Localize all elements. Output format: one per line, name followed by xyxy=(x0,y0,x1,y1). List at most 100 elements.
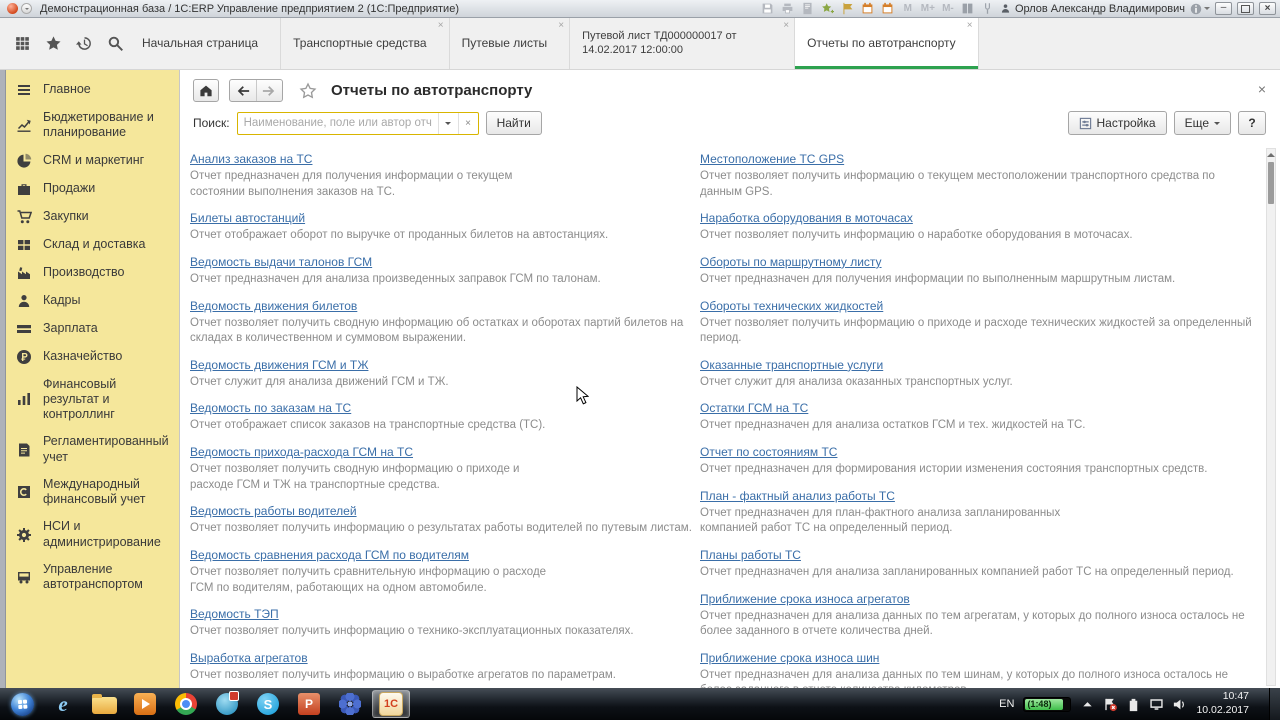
taskbar-app-button[interactable]: 1С xyxy=(372,690,410,718)
settings-button[interactable]: Настройка xyxy=(1067,111,1167,135)
sidebar-section-item[interactable]: Продажи xyxy=(6,175,179,203)
report-link[interactable]: Планы работы ТС xyxy=(700,548,801,562)
window-close-button[interactable] xyxy=(1259,2,1276,15)
report-link[interactable]: Ведомость работы водителей xyxy=(190,504,357,518)
tab[interactable]: Транспортные средства xyxy=(281,18,450,69)
app-icon[interactable] xyxy=(7,3,18,14)
vertical-scrollbar[interactable] xyxy=(1266,148,1276,686)
report-link[interactable]: Местоположение ТС GPS xyxy=(700,152,844,166)
taskbar-clock[interactable]: 10:47 10.02.2017 xyxy=(1196,690,1249,717)
sidebar-section-item[interactable]: Бюджетирование и планирование xyxy=(6,104,179,147)
scrollbar-thumb[interactable] xyxy=(1268,162,1274,204)
show-desktop-button[interactable] xyxy=(1269,688,1280,720)
tab[interactable]: Путевые листы xyxy=(450,18,571,69)
titlebar-tool-icon[interactable]: M- xyxy=(941,2,955,16)
tray-icon[interactable] xyxy=(1126,697,1141,712)
tab-close-icon[interactable] xyxy=(967,21,973,31)
scroll-up-arrow-icon[interactable] xyxy=(1267,149,1275,161)
taskbar-app-button[interactable] xyxy=(85,690,123,718)
report-link[interactable]: Оказанные транспортные услуги xyxy=(700,358,883,372)
report-link[interactable]: Отчет по состояниям ТС xyxy=(700,445,837,459)
taskbar-app-button[interactable] xyxy=(167,690,205,718)
report-link[interactable]: Анализ заказов на ТС xyxy=(190,152,312,166)
sidebar-section-item[interactable]: Казначейство xyxy=(6,343,179,371)
minimize-button[interactable] xyxy=(1215,2,1232,15)
titlebar-tool-icon[interactable] xyxy=(841,2,855,16)
titlebar-tool-icon[interactable] xyxy=(761,2,775,16)
titlebar-tool-icon[interactable] xyxy=(801,2,815,16)
sidebar-section-item[interactable]: Управление автотранспортом xyxy=(6,556,179,599)
sidebar-section-item[interactable]: Производство xyxy=(6,259,179,287)
report-link[interactable]: Выработка агрегатов xyxy=(190,651,308,665)
sidebar-section-item[interactable]: Финансовый результат и контроллинг xyxy=(6,371,179,429)
search-input[interactable] xyxy=(237,114,438,132)
form-close-icon[interactable] xyxy=(1258,82,1266,96)
tab-close-icon[interactable] xyxy=(438,21,444,31)
forward-button[interactable] xyxy=(255,80,283,101)
titlebar-tool-icon[interactable]: M xyxy=(901,2,915,16)
report-link[interactable]: Обороты технических жидкостей xyxy=(700,299,883,313)
titlebar-tool-icon[interactable] xyxy=(861,2,875,16)
language-indicator[interactable]: EN xyxy=(999,698,1014,710)
home-button[interactable] xyxy=(193,79,219,102)
taskbar-app-button[interactable] xyxy=(208,690,246,718)
report-link[interactable]: Ведомость ТЭП xyxy=(190,607,279,621)
report-link[interactable]: Ведомость движения ГСМ и ТЖ xyxy=(190,358,368,372)
sidebar-section-item[interactable]: Кадры xyxy=(6,287,179,315)
add-to-favorites-icon[interactable] xyxy=(299,82,317,100)
titlebar-tool-icon[interactable] xyxy=(981,2,995,16)
report-link[interactable]: Приближение срока износа шин xyxy=(700,651,879,665)
tray-icon[interactable] xyxy=(1149,697,1164,712)
taskbar-app-button[interactable]: S xyxy=(249,690,287,718)
tab-close-icon[interactable] xyxy=(783,21,789,31)
more-button[interactable]: Еще xyxy=(1173,111,1231,135)
tab[interactable]: Отчеты по автотранспорту xyxy=(795,18,979,69)
titlebar-tool-icon[interactable] xyxy=(881,2,895,16)
sidebar-section-item[interactable]: Зарплата xyxy=(6,315,179,343)
sidebar-section-item[interactable]: Регламентированный учет xyxy=(6,428,179,471)
tab[interactable]: Начальная страница xyxy=(130,18,282,69)
favorites-star-icon[interactable] xyxy=(45,35,62,52)
tab[interactable]: Путевой лист ТД000000017 от 14.02.2017 1… xyxy=(570,18,796,69)
tray-icon[interactable] xyxy=(1103,697,1118,712)
report-link[interactable]: Ведомость выдачи талонов ГСМ xyxy=(190,255,372,269)
sidebar-section-item[interactable]: Склад и доставка xyxy=(6,231,179,259)
sidebar-section-item[interactable]: Закупки xyxy=(6,203,179,231)
tray-icon[interactable] xyxy=(1080,697,1095,712)
history-icon[interactable] xyxy=(76,35,93,52)
report-link[interactable]: Билеты автостанций xyxy=(190,211,305,225)
titlebar-tool-icon[interactable] xyxy=(961,2,975,16)
info-button[interactable] xyxy=(1190,3,1210,15)
main-menu-dropdown-icon[interactable] xyxy=(21,3,32,14)
taskbar-app-button[interactable] xyxy=(3,690,41,718)
sidebar-section-item[interactable]: НСИ и администрирование xyxy=(6,513,179,556)
restore-button[interactable] xyxy=(1237,2,1254,15)
report-link[interactable]: Остатки ГСМ на ТС xyxy=(700,401,808,415)
sidebar-section-item[interactable]: Международный финансовый учет xyxy=(6,471,179,514)
report-link[interactable]: Обороты по маршрутному листу xyxy=(700,255,882,269)
sections-menu-icon[interactable] xyxy=(14,35,31,52)
report-link[interactable]: Наработка оборудования в моточасах xyxy=(700,211,913,225)
sidebar-section-item[interactable]: CRM и маркетинг xyxy=(6,147,179,175)
titlebar-tool-icon[interactable] xyxy=(821,2,835,16)
report-link[interactable]: Ведомость прихода-расхода ГСМ на ТС xyxy=(190,445,413,459)
search-icon[interactable] xyxy=(107,35,124,52)
back-button[interactable] xyxy=(230,80,256,101)
tray-icon[interactable] xyxy=(1172,697,1187,712)
help-button[interactable]: ? xyxy=(1238,111,1266,135)
taskbar-app-button[interactable] xyxy=(331,690,369,718)
search-dropdown-button[interactable] xyxy=(437,112,458,134)
search-clear-button[interactable] xyxy=(457,112,478,134)
sidebar-section-item[interactable]: Главное xyxy=(6,76,179,104)
titlebar-tool-icon[interactable]: M+ xyxy=(921,2,935,16)
report-link[interactable]: Ведомость по заказам на ТС xyxy=(190,401,351,415)
report-link[interactable]: Ведомость сравнения расхода ГСМ по водит… xyxy=(190,548,469,562)
titlebar-tool-icon[interactable] xyxy=(781,2,795,16)
taskbar-app-button[interactable]: e xyxy=(44,690,82,718)
report-link[interactable]: Приближение срока износа агрегатов xyxy=(700,592,910,606)
find-button[interactable]: Найти xyxy=(485,111,542,135)
current-user[interactable]: Орлов Александр Владимирович xyxy=(1000,3,1185,15)
tab-close-icon[interactable] xyxy=(558,21,564,31)
taskbar-app-button[interactable]: P xyxy=(290,690,328,718)
report-link[interactable]: Ведомость движения билетов xyxy=(190,299,357,313)
